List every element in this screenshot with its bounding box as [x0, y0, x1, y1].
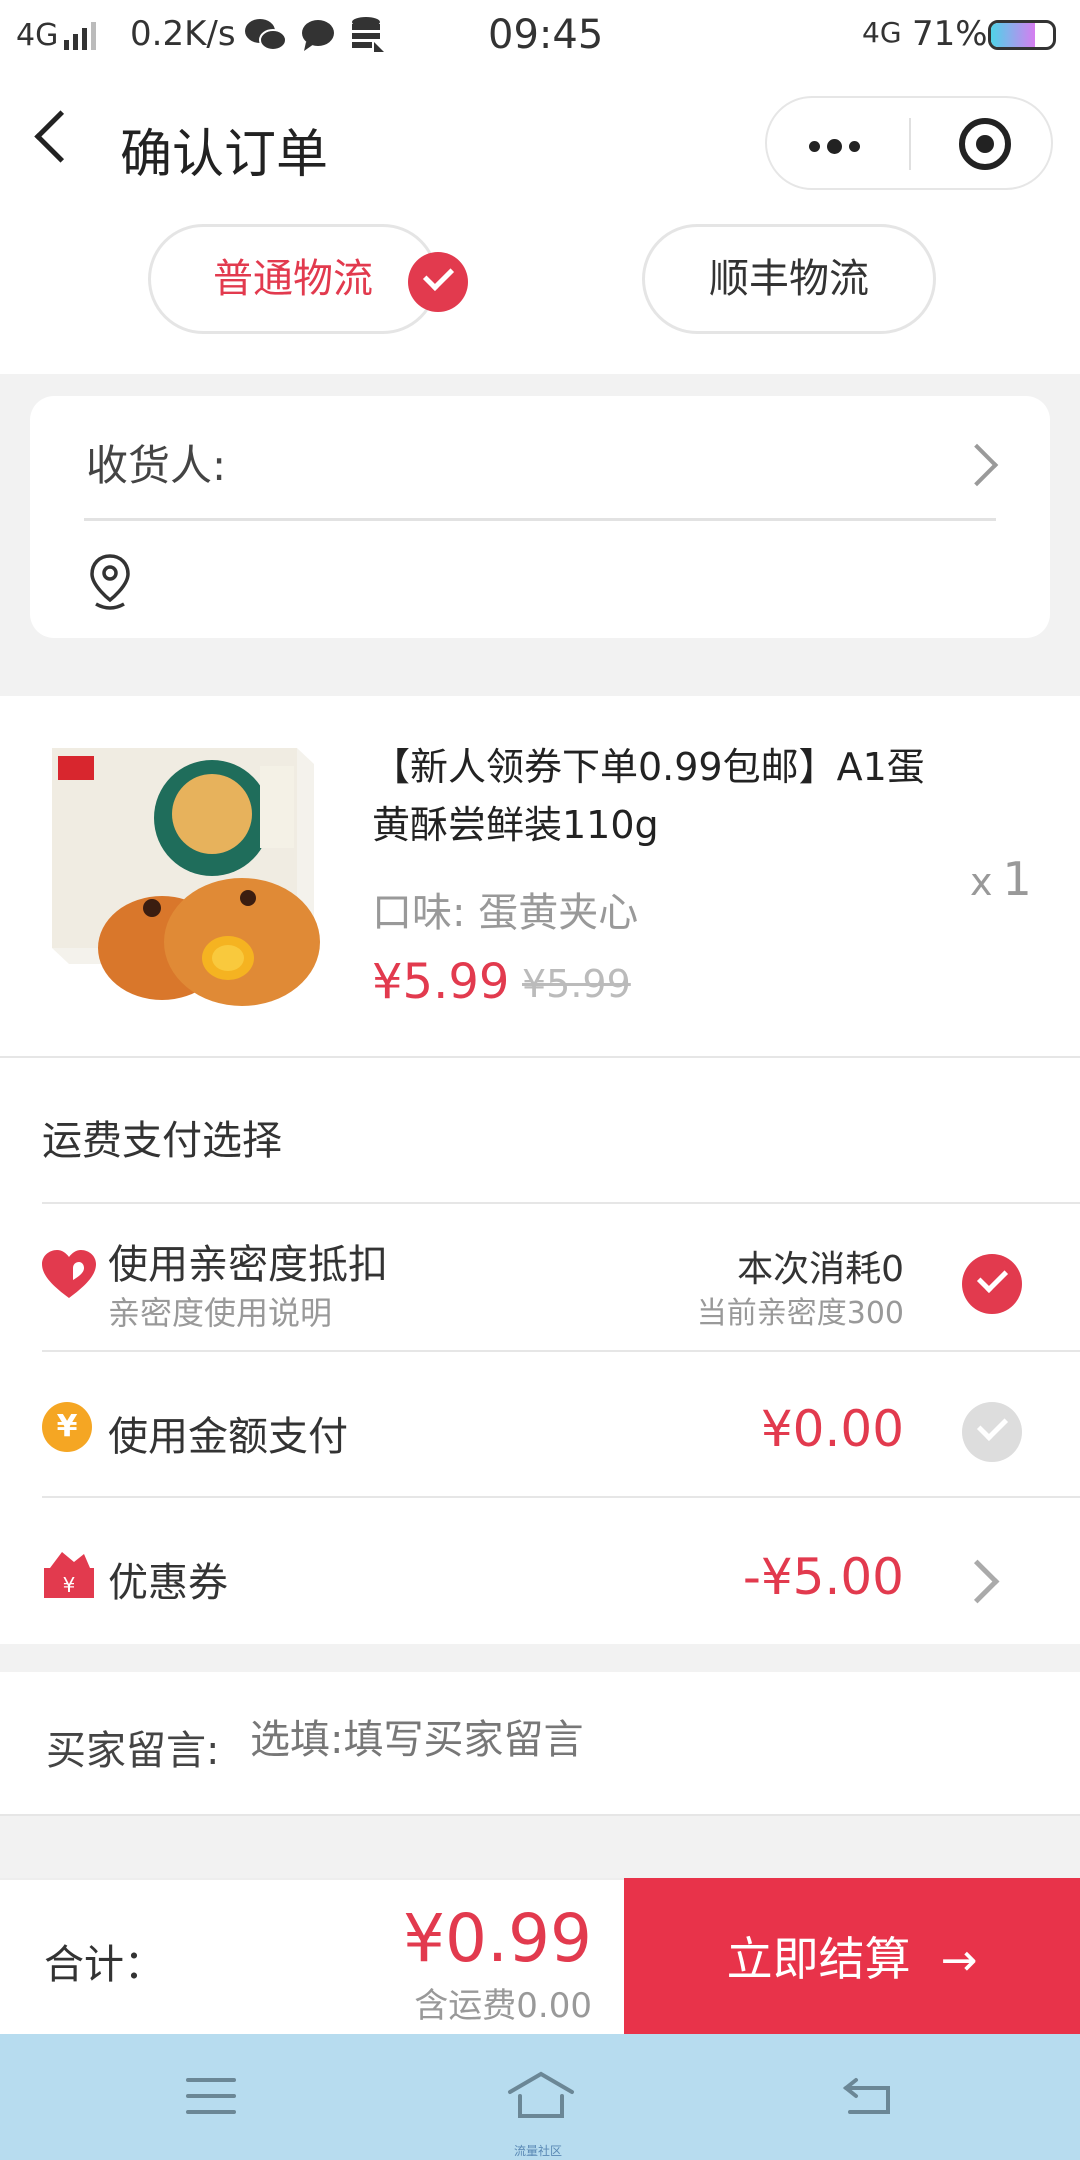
network-indicator-right: 4G	[862, 16, 902, 49]
coupon-icon: ¥	[44, 1552, 94, 1598]
coupon-label[interactable]: 优惠券	[108, 1550, 228, 1608]
mini-program-capsule	[765, 96, 1053, 190]
more-icon[interactable]	[809, 136, 869, 154]
product-title[interactable]: 【新人领券下单0.99包邮】A1蛋黄酥尝鲜装110g	[372, 738, 932, 854]
total-amount: ¥0.99	[403, 1900, 592, 1977]
arrow-right-icon: →	[940, 1935, 978, 1986]
buyer-message-label: 买家留言:	[46, 1728, 220, 1774]
quantity-value: 1	[1002, 852, 1032, 906]
product-quantity: x1	[970, 852, 1032, 906]
buyer-message-input[interactable]	[250, 1710, 1010, 1770]
battery-percent: 71%	[912, 14, 988, 54]
payment-heading: 运费支付选择	[42, 1118, 282, 1164]
balance-amount: ¥0.00	[760, 1400, 904, 1458]
menu-icon[interactable]	[186, 2078, 236, 2114]
location-pin-icon	[90, 554, 130, 610]
divider	[42, 1350, 1080, 1352]
balance-checkbox[interactable]	[962, 1402, 1022, 1462]
intimacy-current: 当前亲密度300	[696, 1296, 904, 1331]
shipping-option-sf[interactable]: 顺丰物流	[642, 224, 936, 334]
shipping-fee-note: 含运费0.00	[414, 1986, 592, 2026]
yen-coin-icon: ¥	[42, 1402, 92, 1452]
home-icon[interactable]	[506, 2070, 576, 2120]
product-price: ¥5.99	[372, 954, 510, 1010]
divider	[84, 518, 996, 521]
intimacy-help-link[interactable]: 亲密度使用说明	[108, 1288, 332, 1334]
watermark: 流量社区	[514, 2144, 563, 2158]
intimacy-consume: 本次消耗0	[737, 1249, 904, 1290]
divider	[42, 1496, 1080, 1498]
close-target-icon[interactable]	[959, 118, 1011, 170]
clock: 09:45	[488, 12, 604, 58]
quantity-prefix: x	[970, 860, 993, 904]
shipping-option-standard[interactable]: 普通物流	[148, 224, 438, 334]
data-icon	[352, 17, 384, 52]
back-nav-icon[interactable]	[842, 2074, 898, 2118]
network-indicator: 4G	[16, 18, 59, 53]
network-speed: 0.2K/s	[130, 14, 236, 54]
selected-check-icon	[408, 252, 468, 312]
product-flavor: 口味: 蛋黄夹心	[372, 890, 639, 936]
recipient-label: 收货人:	[86, 441, 227, 490]
battery-icon	[988, 20, 1056, 50]
checkout-label: 立即结算	[726, 1932, 911, 1986]
checkout-button[interactable]: 立即结算 →	[624, 1878, 1080, 2034]
wechat-icon	[245, 19, 287, 51]
product-original-price: ¥5.99	[522, 962, 631, 1006]
intimacy-label: 使用亲密度抵扣	[108, 1242, 388, 1288]
balance-label: 使用金额支付	[108, 1414, 348, 1460]
total-label: 合计：	[44, 1942, 164, 1988]
signal-icon	[64, 22, 96, 50]
message-icon	[302, 20, 334, 51]
divider	[42, 1202, 1080, 1204]
coupon-amount: -¥5.00	[742, 1548, 904, 1606]
svg-text:¥: ¥	[63, 1573, 76, 1597]
product-image[interactable]	[52, 748, 322, 1008]
intimacy-checkbox[interactable]	[962, 1254, 1022, 1314]
capsule-divider	[909, 118, 911, 170]
page-title: 确认订单	[120, 125, 329, 185]
heart-icon	[42, 1250, 96, 1298]
